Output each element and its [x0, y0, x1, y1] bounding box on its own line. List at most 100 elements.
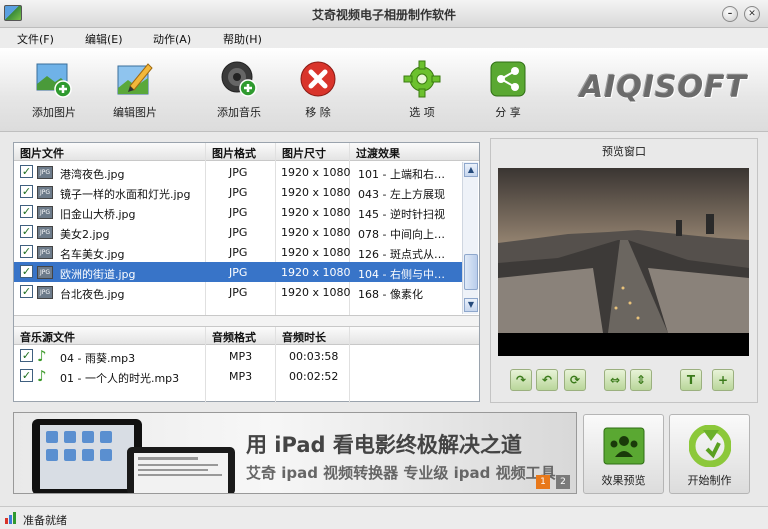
- music-note-icon: ♪: [37, 367, 47, 385]
- banner-subtitle: 艾奇 ipad 视频转换器 专业级 ipad 视频工具: [246, 464, 556, 482]
- remove-icon: [299, 60, 337, 98]
- row-checkbox[interactable]: ✓: [20, 265, 33, 278]
- col-image-format[interactable]: 图片格式: [212, 145, 256, 161]
- jpg-file-icon: JPG: [37, 186, 53, 199]
- image-row[interactable]: ✓ JPG 名车美女.jpg JPG 1920 x 1080 126 - 斑点式从…: [14, 242, 462, 262]
- music-file-name: 01 - 一个人的时光.mp3: [60, 372, 180, 385]
- image-format: JPG: [229, 166, 248, 179]
- image-list-scrollbar[interactable]: ▲ ▼: [462, 162, 478, 314]
- add-music-label: 添加音乐: [217, 106, 261, 119]
- refresh-icon[interactable]: ⟳: [564, 369, 586, 391]
- add-text-icon[interactable]: T: [680, 369, 702, 391]
- start-button[interactable]: 开始制作: [669, 414, 750, 494]
- jpg-file-icon: JPG: [37, 246, 53, 259]
- transition-effect: 168 - 像素化: [358, 288, 423, 301]
- col-transition[interactable]: 过渡效果: [356, 145, 400, 161]
- image-file-name: 台北夜色.jpg: [60, 288, 125, 301]
- file-list-panel: 图片文件 图片格式 图片尺寸 过渡效果 ✓ JPG 港湾夜色.jpg JPG 1920 …: [13, 142, 480, 403]
- window-title: 艾奇视频电子相册制作软件: [311, 8, 456, 22]
- audio-format: MP3: [229, 370, 253, 383]
- bottom-area: 用 iPad 看电影终极解决之道 艾奇 ipad 视频转换器 专业级 ipad …: [0, 407, 768, 506]
- image-row[interactable]: ✓ JPG 台北夜色.jpg JPG 1920 x 1080 168 - 像素化: [14, 282, 462, 302]
- close-button[interactable]: ✕: [744, 6, 760, 22]
- image-size: 1920 x 1080: [281, 266, 351, 279]
- image-format: JPG: [229, 266, 248, 279]
- menu-help[interactable]: 帮助(H): [223, 31, 262, 47]
- image-row[interactable]: ✓ JPG 旧金山大桥.jpg JPG 1920 x 1080 145 - 逆时针扫视: [14, 202, 462, 222]
- add-image-button[interactable]: 添加图片: [19, 60, 89, 120]
- speaker-icon: [220, 60, 258, 98]
- menu-edit[interactable]: 编辑(E): [85, 31, 123, 47]
- banner-page-2[interactable]: 2: [556, 475, 570, 489]
- minimize-button[interactable]: –: [722, 6, 738, 22]
- music-row[interactable]: ✓ ♪ 01 - 一个人的时光.mp3 MP3 00:02:52: [14, 366, 462, 386]
- row-checkbox[interactable]: ✓: [20, 205, 33, 218]
- image-row[interactable]: ✓ JPG 港湾夜色.jpg JPG 1920 x 1080 101 - 上端和右…: [14, 162, 462, 182]
- preview-title: 预览窗口: [602, 145, 646, 158]
- col-image-size[interactable]: 图片尺寸: [282, 145, 326, 161]
- image-file-name: 欧洲的街道.jpg: [60, 268, 136, 281]
- image-file-name: 港湾夜色.jpg: [60, 168, 125, 181]
- image-size: 1920 x 1080: [281, 286, 351, 299]
- col-audio-duration[interactable]: 音频时长: [282, 329, 326, 345]
- row-checkbox[interactable]: ✓: [20, 369, 33, 382]
- scroll-down-icon[interactable]: ▼: [464, 298, 478, 312]
- status-bars-icon: [5, 512, 16, 524]
- row-checkbox[interactable]: ✓: [20, 245, 33, 258]
- image-size: 1920 x 1080: [281, 166, 351, 179]
- gear-icon: [403, 60, 441, 98]
- options-button[interactable]: 选 项: [387, 60, 457, 120]
- main-area: 图片文件 图片格式 图片尺寸 过渡效果 ✓ JPG 港湾夜色.jpg JPG 1920 …: [0, 132, 768, 407]
- remove-button[interactable]: 移 除: [283, 60, 353, 120]
- edit-image-button[interactable]: 编辑图片: [100, 60, 170, 120]
- add-image-icon: [35, 60, 73, 98]
- image-file-name: 镜子一样的水面和灯光.jpg: [60, 188, 191, 201]
- transition-effect: 126 - 斑点式从…: [358, 248, 445, 261]
- add-music-button[interactable]: 添加音乐: [204, 60, 274, 120]
- image-size: 1920 x 1080: [281, 246, 351, 259]
- row-checkbox[interactable]: ✓: [20, 349, 33, 362]
- rotate-right-icon[interactable]: ↷: [510, 369, 532, 391]
- transition-effect: 145 - 逆时针扫视: [358, 208, 445, 221]
- share-button[interactable]: 分 享: [473, 60, 543, 120]
- add-image-label: 添加图片: [32, 106, 76, 119]
- start-arrow-icon: [689, 425, 731, 467]
- image-format: JPG: [229, 206, 248, 219]
- image-format: JPG: [229, 226, 248, 239]
- rotate-left-icon[interactable]: ↶: [536, 369, 558, 391]
- image-file-name: 美女2.jpg: [60, 228, 110, 241]
- flip-vertical-icon[interactable]: ⇕: [630, 369, 652, 391]
- row-checkbox[interactable]: ✓: [20, 225, 33, 238]
- remove-label: 移 除: [305, 106, 331, 119]
- row-checkbox[interactable]: ✓: [20, 185, 33, 198]
- scroll-up-icon[interactable]: ▲: [464, 163, 478, 177]
- scroll-thumb[interactable]: [464, 254, 478, 290]
- list-divider[interactable]: [14, 315, 479, 327]
- row-checkbox[interactable]: ✓: [20, 165, 33, 178]
- title-bar: 艾奇视频电子相册制作软件 – ✕: [0, 0, 768, 28]
- jpg-file-icon: JPG: [37, 286, 53, 299]
- people-icon: [603, 427, 645, 465]
- add-frame-icon[interactable]: +: [712, 369, 734, 391]
- image-row[interactable]: ✓ JPG 欧洲的街道.jpg JPG 1920 x 1080 104 - 右侧与中…: [14, 262, 462, 282]
- image-row[interactable]: ✓ JPG 镜子一样的水面和灯光.jpg JPG 1920 x 1080 043 - 左上…: [14, 182, 462, 202]
- col-music-file[interactable]: 音乐源文件: [20, 329, 75, 345]
- col-audio-format[interactable]: 音频格式: [212, 329, 256, 345]
- transition-effect: 043 - 左上方展现: [358, 188, 445, 201]
- edit-image-icon: [116, 60, 154, 98]
- menu-file[interactable]: 文件(F): [17, 31, 54, 47]
- image-format: JPG: [229, 186, 248, 199]
- jpg-file-icon: JPG: [37, 226, 53, 239]
- preview-effect-button[interactable]: 效果预览: [583, 414, 664, 494]
- music-row[interactable]: ✓ ♪ 04 - 雨葵.mp3 MP3 00:03:58: [14, 346, 462, 366]
- flip-horizontal-icon[interactable]: ⇔: [604, 369, 626, 391]
- status-text: 准备就绪: [23, 514, 67, 527]
- menu-action[interactable]: 动作(A): [153, 31, 191, 47]
- image-size: 1920 x 1080: [281, 186, 351, 199]
- col-image-file[interactable]: 图片文件: [20, 145, 64, 161]
- banner-page-1[interactable]: 1: [536, 475, 550, 489]
- image-row[interactable]: ✓ JPG 美女2.jpg JPG 1920 x 1080 078 - 中间向上…: [14, 222, 462, 242]
- ad-banner[interactable]: 用 iPad 看电影终极解决之道 艾奇 ipad 视频转换器 专业级 ipad …: [13, 412, 577, 494]
- audio-duration: 00:02:52: [289, 370, 339, 383]
- row-checkbox[interactable]: ✓: [20, 285, 33, 298]
